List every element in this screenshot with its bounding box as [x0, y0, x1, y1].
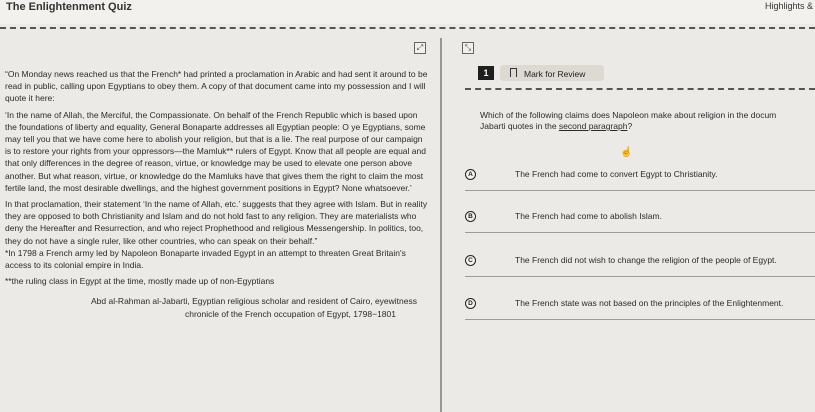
highlights-button[interactable]: Highlights &	[765, 1, 813, 11]
passage-pane: “On Monday news reached us that the Fren…	[5, 68, 430, 320]
question-stem-line1: Which of the following claims does Napol…	[480, 110, 777, 120]
header-divider	[0, 27, 815, 29]
question-number: 1	[478, 66, 494, 80]
footnote: *In 1798 a French army led by Napoleon B…	[5, 247, 406, 271]
option-text-c[interactable]: The French did not wish to change the re…	[515, 255, 777, 265]
answer-option-c[interactable]: C The French did not wish to change the …	[465, 251, 815, 277]
question-stem-underlined: second paragraph	[558, 121, 628, 131]
top-bar: The Enlightenment Quiz Highlights &	[0, 0, 815, 24]
footnote: **the ruling class in Egypt at the time,…	[5, 276, 275, 287]
hand-cursor-icon: ☝	[620, 147, 633, 158]
app-title: The Enlightenment Quiz	[6, 1, 132, 13]
question-stem-text: ?	[627, 121, 633, 131]
option-letter-c[interactable]: C	[465, 255, 476, 266]
question-stem-line2: Jabarti quotes in the second paragraph?	[480, 121, 815, 132]
question-stem: Which of the following claims does Napol…	[480, 110, 815, 132]
bookmark-icon[interactable]	[510, 68, 517, 78]
passage-paragraph: “On Monday news reached us that the Fren…	[5, 69, 428, 104]
option-letter-b[interactable]: B	[465, 211, 476, 222]
answer-option-d[interactable]: D The French state was not based on the …	[465, 294, 815, 320]
passage-paragraph: In that proclamation, their statement ‘I…	[5, 199, 428, 246]
source-citation: Abd al-Rahman al-Jabarti, Egyptian relig…	[91, 296, 418, 307]
collapse-icon[interactable]: ⤡	[462, 42, 474, 54]
answer-option-a[interactable]: A The French had come to convert Egypt t…	[465, 165, 815, 191]
expand-icon[interactable]: ⤢	[414, 42, 426, 54]
option-text-a[interactable]: The French had come to convert Egypt to …	[515, 169, 718, 179]
source-citation: chronicle of the French occupation of Eg…	[185, 308, 396, 319]
pane-divider[interactable]	[440, 38, 442, 412]
option-letter-d[interactable]: D	[465, 298, 476, 309]
answer-option-b[interactable]: B The French had come to abolish Islam.	[465, 207, 815, 233]
option-letter-a[interactable]: A	[465, 169, 476, 180]
passage-paragraph: ‘In the name of Allah, the Merciful, the…	[5, 109, 426, 193]
mark-for-review-label[interactable]: Mark for Review	[524, 69, 585, 79]
option-text-d[interactable]: The French state was not based on the pr…	[515, 298, 783, 308]
question-stem-text: Jabarti quotes in the	[480, 121, 559, 131]
question-divider	[465, 88, 815, 90]
option-text-b[interactable]: The French had come to abolish Islam.	[515, 211, 662, 221]
